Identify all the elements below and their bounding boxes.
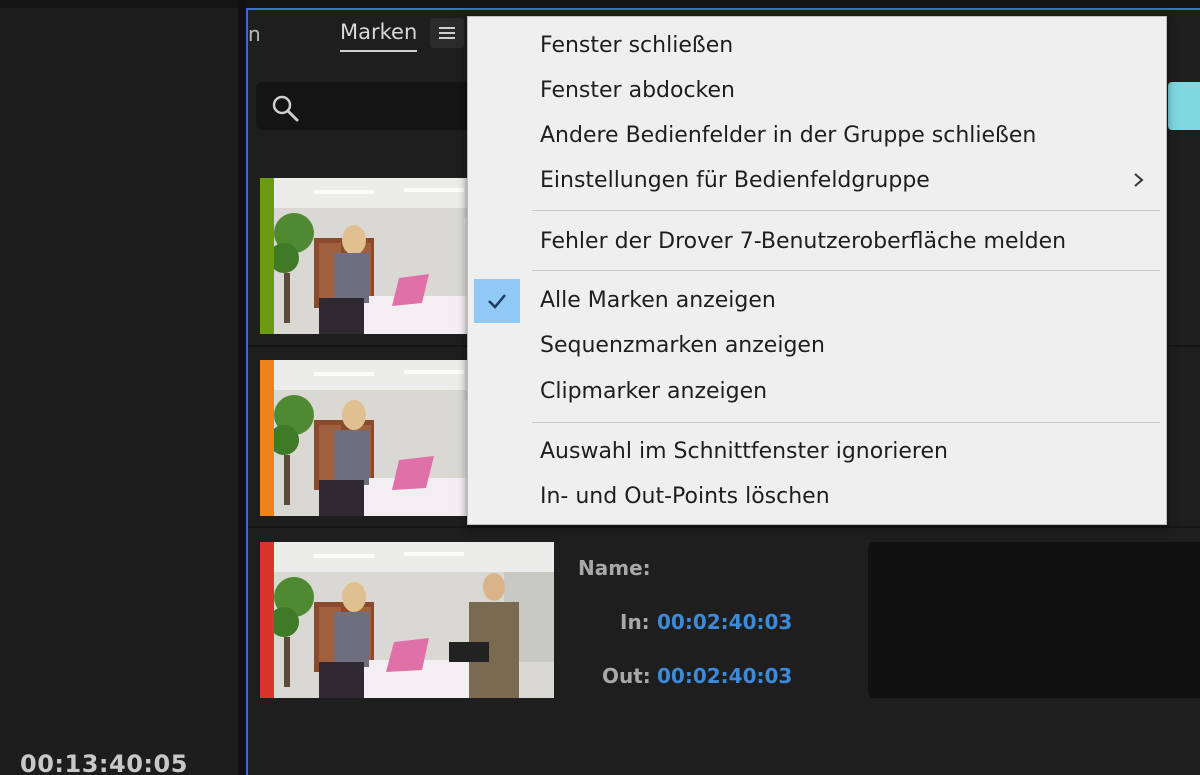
menu-item-ignore-timeline-selection[interactable]: Auswahl im Schnittfenster ignorieren [540,439,948,464]
panel-top-edge [246,0,1200,8]
marker-in-timecode[interactable]: 00:02:40:03 [657,610,792,634]
marker-color-bar [260,542,274,698]
search-icon [272,95,299,122]
marker-name-label: Name: [578,556,651,580]
chevron-right-icon [1134,173,1144,187]
panel-context-menu: Fenster schließen Fenster abdocken Ander… [467,16,1167,525]
menu-item-show-all-markers[interactable]: Alle Marken anzeigen [540,288,776,313]
playhead-timecode[interactable]: 00:13:40:05 [20,750,188,775]
marker-out-timecode[interactable]: 00:02:40:03 [657,664,792,688]
marker-in-label: In: [620,610,650,634]
checkmark-icon [488,294,506,309]
search-accent-button[interactable] [1168,82,1200,130]
marker-comment-field[interactable] [868,542,1200,698]
menu-separator [532,422,1160,423]
menu-item-report-bug[interactable]: Fehler der Drover 7-Benutzeroberfläche m… [540,229,1066,254]
tab-marken[interactable]: Marken [340,20,418,52]
marker-row[interactable] [260,542,554,698]
menu-item-show-sequence-markers[interactable]: Sequenzmarken anzeigen [540,333,825,358]
tab-previous[interactable]: n [248,22,261,46]
menu-item-show-clip-markers[interactable]: Clipmarker anzeigen [540,379,767,404]
menu-separator [532,210,1160,211]
checkmark-highlight [474,279,520,323]
left-panel: 00:13:40:05 [0,0,238,775]
panel-divider[interactable] [238,0,246,775]
marker-color-bar [260,178,274,334]
clip-thumbnail [274,542,554,698]
row-separator [248,526,1200,528]
hamburger-icon [439,27,455,39]
marker-out-label: Out: [602,664,651,688]
menu-item-panel-group-settings[interactable]: Einstellungen für Bedienfeldgruppe [540,168,930,193]
panel-menu-button[interactable] [430,18,464,48]
menu-item-undock-window[interactable]: Fenster abdocken [540,78,735,103]
menu-item-clear-in-out-points[interactable]: In- und Out-Points löschen [540,484,830,509]
left-panel-top-strip [0,0,238,8]
menu-item-close-window[interactable]: Fenster schließen [540,33,733,58]
menu-separator [532,270,1160,271]
marker-color-bar [260,360,274,516]
menu-item-close-other-panels[interactable]: Andere Bedienfelder in der Gruppe schlie… [540,123,1036,148]
